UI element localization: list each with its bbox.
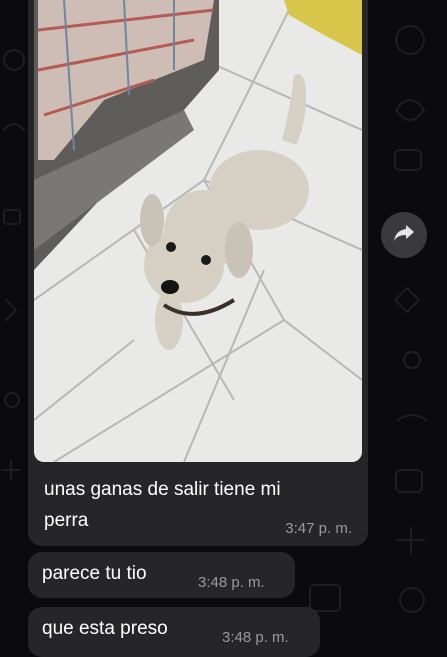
forward-arrow-icon: [393, 224, 415, 247]
text-message-bubble[interactable]: que esta preso 3:48 p. m.: [28, 607, 320, 657]
image-message-bubble[interactable]: unas ganas de salir tiene mi perra 3:47 …: [28, 0, 368, 546]
message-timestamp: 3:47 p. m.: [285, 520, 352, 537]
forward-button[interactable]: [381, 212, 427, 258]
message-timestamp: 3:48 p. m.: [198, 574, 265, 591]
message-timestamp: 3:48 p. m.: [222, 629, 289, 646]
dog-photo[interactable]: [34, 0, 362, 462]
image-caption: unas ganas de salir tiene mi perra: [44, 479, 281, 531]
message-text: que esta preso: [42, 618, 168, 639]
message-text: parece tu tio: [42, 563, 147, 584]
text-message-bubble[interactable]: parece tu tio 3:48 p. m.: [28, 552, 295, 598]
